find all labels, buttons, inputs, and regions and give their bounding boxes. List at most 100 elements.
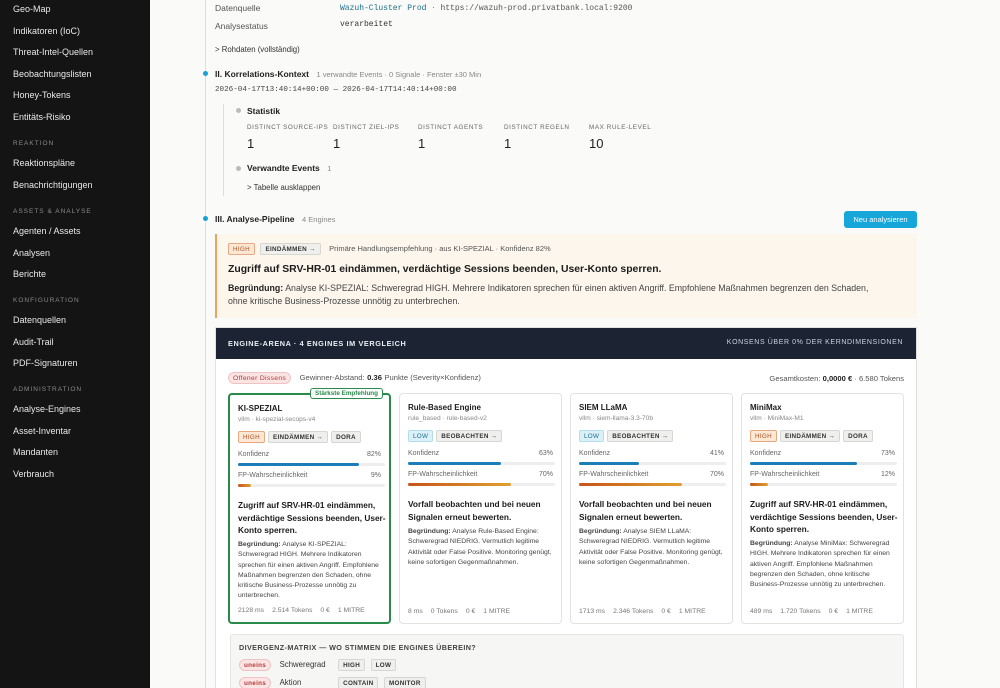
sidebar-item-playbooks[interactable]: Reaktionspläne [13, 158, 75, 168]
analysis-status-label: Analysestatus [215, 21, 268, 31]
engine-card-rule-based[interactable]: Rule-Based Engine rule_based · rule-base… [399, 393, 562, 624]
engine-model: vllm · ki-spezial-secops-v4 [238, 416, 316, 423]
fp-label: FP-Wahrscheinlichkeit [238, 472, 308, 479]
cost-tokens: · 6.580 Tokens [854, 374, 904, 383]
confidence-bar [579, 462, 726, 465]
engine-reason-label: Begründung: [408, 528, 451, 535]
reco-reason-line1: Begründung: Analyse KI-SPEZIAL: Schwereg… [228, 283, 868, 293]
divergence-value: LOW [370, 659, 397, 671]
confidence-label: Konfidenz [238, 451, 270, 458]
sidebar-item-engines[interactable]: Analyse-Engines [13, 404, 81, 414]
engine-footer: 1713 ms 2.346 Tokens 0 € 1 MITRE [579, 608, 714, 615]
sidebar-heading-config: Konfiguration [13, 297, 80, 304]
sidebar-item-notifications[interactable]: Benachrichtigungen [13, 180, 93, 190]
engine-mitre: 1 MITRE [337, 607, 365, 614]
fp-bar-fill [238, 484, 252, 487]
sidebar-item-asset-inventory[interactable]: Asset-Inventar [13, 426, 71, 436]
action-badge: EINDÄMMEN → [779, 430, 841, 442]
sidebar-item-reports[interactable]: Berichte [13, 269, 46, 279]
action-badge: BEOBACHTEN → [607, 430, 674, 442]
engine-reason: Begründung: Analyse SIEM LLaMA: Schwereg… [579, 527, 727, 568]
engine-recommendation: Vorfall beobachten und bei neuen Signale… [408, 499, 541, 522]
sidebar-heading-reaction: Reaktion [13, 140, 55, 147]
engine-tags: LOW BEOBACHTEN → [579, 430, 676, 442]
correlation-header: II. Korrelations-Kontext 1 verwandte Eve… [215, 69, 481, 79]
raw-data-toggle[interactable]: > Rohdaten (vollständig) [215, 45, 300, 54]
gap-unit: Punkte (Severity×Konfidenz) [384, 373, 481, 382]
reco-tags: HIGH EINDÄMMEN → Primäre Handlungsempfeh… [228, 243, 551, 255]
divergence-title: Divergenz-Matrix — wo stimmen die Engine… [239, 643, 477, 652]
fp-label: FP-Wahrscheinlichkeit [579, 471, 649, 478]
datasource-label: Datenquelle [215, 3, 261, 13]
engine-reason: Begründung: Analyse MiniMax: Schweregrad… [750, 539, 898, 590]
sidebar-item-agents[interactable]: Agenten / Assets [13, 226, 81, 236]
dissent-badge: Offener Dissens [228, 372, 292, 384]
engine-tags: LOW BEOBACHTEN → [408, 430, 505, 442]
sidebar-item-tenants[interactable]: Mandanten [13, 447, 58, 457]
engine-name: SIEM LLaMA [579, 403, 628, 412]
engine-tokens: 2.514 Tokens [272, 607, 313, 614]
stat-label-rules: Distinct Regeln [504, 124, 570, 131]
datasource-link[interactable]: Wazuh-Cluster Prod [340, 4, 426, 13]
gap-label: Gewinner-Abstand: [299, 373, 365, 382]
engine-reason-label: Begründung: [579, 528, 622, 535]
sidebar-item-audit-trail[interactable]: Audit-Trail [13, 337, 54, 347]
reco-meta: Primäre Handlungsempfehlung · aus KI-SPE… [329, 244, 551, 253]
confidence-label: Konfidenz [750, 450, 782, 457]
table-expand-toggle[interactable]: > Tabelle ausklappen [247, 183, 320, 192]
fp-bar [579, 483, 726, 486]
pipeline-header: III. Analyse-Pipeline 4 Engines [215, 214, 335, 224]
reco-reason-label: Begründung: [228, 283, 284, 293]
sidebar-item-usage[interactable]: Verbrauch [13, 469, 54, 479]
engine-card-ki-spezial[interactable]: Stärkste Empfehlung KI-SPEZIAL vllm · ki… [228, 388, 391, 624]
fp-bar-fill [579, 483, 682, 486]
gap-value: 0.36 [367, 373, 382, 382]
engine-mitre: 1 MITRE [483, 608, 511, 615]
reanalyze-button[interactable]: Neu analysieren [844, 211, 917, 228]
sidebar-item-geo-map[interactable]: Geo-Map [13, 4, 51, 14]
stat-label-max-level: Max Rule-Level [589, 124, 652, 131]
engine-cost: 0 € [828, 608, 839, 615]
sidebar-heading-admin: Administration [13, 386, 83, 393]
sidebar-heading-assets: Assets & Analyse [13, 208, 92, 215]
engine-name: Rule-Based Engine [408, 403, 481, 412]
engine-card-minimax[interactable]: MiniMax vllm · MiniMax-M1 HIGH EINDÄMMEN … [741, 393, 904, 624]
correlation-meta: 1 verwandte Events · 0 Signale · Fenster… [316, 70, 482, 79]
sidebar-item-honey-tokens[interactable]: Honey-Tokens [13, 90, 71, 100]
sidebar-item-watchlists[interactable]: Beobachtungslisten [13, 69, 92, 79]
main-content: Datenquelle Wazuh-Cluster Prod · https:/… [150, 0, 1000, 688]
sidebar-item-analyses[interactable]: Analysen [13, 248, 50, 258]
arena-consensus: Konsens über 0% der Kerndimensionen [726, 339, 903, 346]
related-events-count: 1 [327, 164, 332, 173]
sidebar-item-pdf-signatures[interactable]: PDF-Signaturen [13, 358, 78, 368]
engine-mitre: 1 MITRE [678, 608, 706, 615]
analysis-status-value: verarbeitet [340, 20, 393, 29]
divergence-matrix: Divergenz-Matrix — wo stimmen die Engine… [230, 634, 904, 688]
fp-bar [408, 483, 555, 486]
sidebar-item-indicators[interactable]: Indikatoren (IoC) [13, 26, 80, 36]
engine-tokens: 2.346 Tokens [613, 608, 654, 615]
severity-badge: LOW [579, 430, 605, 442]
engine-card-siem-llama[interactable]: SIEM LLaMA vllm · siem-llama-3.3-70b LOW… [570, 393, 733, 624]
sidebar-item-threat-intel[interactable]: Threat-Intel-Quellen [13, 47, 93, 57]
fp-label: FP-Wahrscheinlichkeit [408, 471, 478, 478]
related-events-header: Verwandte Events 1 [247, 163, 331, 173]
engine-latency: 1713 ms [579, 608, 606, 615]
severity-badge: HIGH [750, 430, 777, 442]
engine-recommendation: Zugriff auf SRV-HR-01 eindämmen, verdäch… [750, 499, 898, 534]
divergence-row-severity: uneins Schweregrad HIGH LOW [239, 659, 397, 671]
sidebar-item-datasources[interactable]: Datenquellen [13, 315, 66, 325]
cost-value: 0,0000 € [822, 374, 853, 383]
engine-cost: 0 € [320, 607, 330, 614]
reco-reason-line2: ohne kritische Business-Prozesse unnötig… [228, 296, 460, 306]
fp-value: 70% [709, 471, 724, 478]
reco-reason-text: Analyse KI-SPEZIAL: Schweregrad HIGH. Me… [285, 283, 869, 293]
related-events-dot [236, 166, 241, 171]
fp-value: 12% [880, 471, 895, 478]
engine-recommendation: Zugriff auf SRV-HR-01 eindämmen, verdäch… [238, 500, 386, 535]
engine-cost: 0 € [661, 608, 671, 615]
correlation-time-range: 2026-04-17T13:40:14+00:00 — 2026-04-17T1… [215, 86, 457, 94]
sidebar-item-entity-risk[interactable]: Entitäts-Risiko [13, 112, 71, 122]
datasource-url: https://wazuh-prod.privatbank.local:9200 [440, 4, 633, 13]
correlation-title: II. Korrelations-Kontext [215, 69, 309, 79]
